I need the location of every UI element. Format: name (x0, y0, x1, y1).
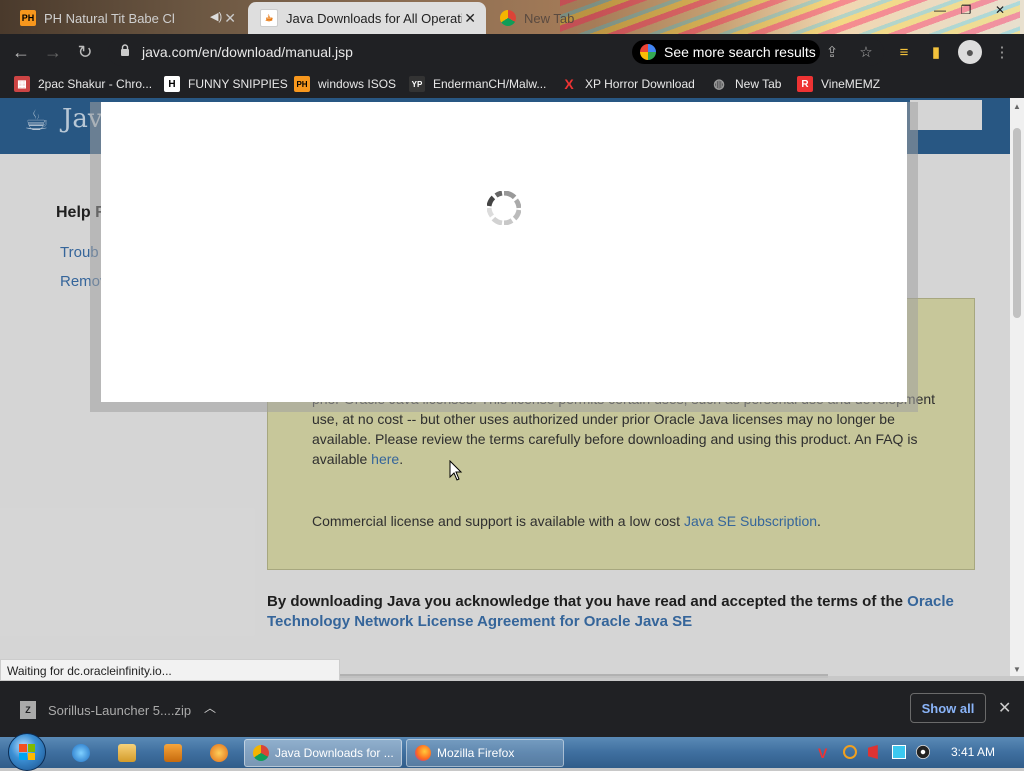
bookmark-label: VineMEMZ (821, 77, 881, 91)
bookmarks-bar: ▦ 2pac Shakur - Chro... H FUNNY SNIPPIES… (0, 70, 1024, 98)
bookmark-label: XP Horror Download (585, 77, 695, 91)
download-filename: Sorillus-Launcher 5....zip (48, 702, 192, 718)
menu-kebab-icon[interactable]: ⋮ (992, 43, 1012, 61)
bookmark-item[interactable]: H FUNNY SNIPPIES (164, 74, 288, 94)
chrome-icon (500, 10, 516, 26)
share-icon[interactable]: ⇪ (822, 43, 842, 61)
show-all-button[interactable]: Show all (910, 693, 986, 723)
x-site-icon: X (564, 76, 574, 92)
mouse-cursor-icon (449, 460, 463, 481)
close-tab-icon[interactable]: ✕ (224, 10, 236, 27)
bookmark-item[interactable]: YP EndermanCH/Malw... (409, 74, 546, 94)
tray-monitor-icon[interactable] (892, 745, 906, 759)
reload-icon[interactable]: ↻ (74, 42, 96, 62)
google-icon (640, 44, 656, 60)
browser-toolbar: ← → ↻ java.com/en/download/manual.jsp Se… (0, 34, 1024, 70)
paint-app-icon[interactable] (210, 744, 228, 762)
tab-ph[interactable]: PH PH Natural Tit Babe Ch ◀︎) ✕ (8, 2, 246, 34)
bookmark-label: EndermanCH/Malw... (433, 77, 547, 91)
profile-avatar-icon[interactable]: ● (958, 40, 982, 64)
task-label: Mozilla Firefox (437, 746, 515, 760)
bookmark-item[interactable]: ◍ New Tab (711, 74, 781, 94)
media-queue-icon[interactable]: ≡ (894, 43, 914, 61)
close-shelf-icon[interactable]: ✕ (998, 698, 1011, 718)
taskbar-clock: 3:41 AM (951, 745, 996, 759)
tab-title: Java Downloads for All Operatin (286, 10, 462, 26)
side-panel-icon[interactable]: ▮ (926, 43, 946, 61)
ph-site-icon: PH (294, 76, 310, 92)
taskbar-chrome-window[interactable]: Java Downloads for ... (244, 739, 402, 767)
internet-explorer-icon[interactable] (72, 744, 90, 762)
bookmark-item[interactable]: PH windows ISOS (294, 74, 396, 94)
scrollbar-thumb[interactable] (1013, 128, 1021, 318)
tab-title: PH Natural Tit Babe Ch (44, 10, 174, 26)
scroll-up-icon[interactable]: ▲ (1013, 102, 1021, 111)
chrome-icon (253, 745, 269, 761)
status-bubble: Waiting for dc.oracleinfinity.io... (0, 659, 340, 681)
zip-file-icon: Z (20, 701, 36, 719)
windows-taskbar: Java Downloads for ... Mozilla Firefox V… (0, 733, 1024, 771)
download-shelf: Z Sorillus-Launcher 5....zip ︿ Show all … (0, 681, 1024, 737)
tray-search-icon[interactable] (843, 745, 857, 759)
url-text[interactable]: java.com/en/download/manual.jsp (142, 44, 353, 60)
close-window-icon[interactable]: ✕ (988, 0, 1012, 20)
tray-flag-icon[interactable] (868, 745, 878, 759)
search-pill-label: See more search results (664, 44, 816, 60)
bookmark-item[interactable]: X XP Horror Download (561, 74, 695, 94)
scroll-down-icon[interactable]: ▼ (1013, 665, 1021, 674)
address-bar[interactable]: java.com/en/download/manual.jsp See more… (108, 38, 884, 66)
vertical-scrollbar[interactable]: ▲ ▼ (1010, 98, 1024, 676)
search-results-pill[interactable]: See more search results (632, 40, 820, 64)
taskbar-firefox-window[interactable]: Mozilla Firefox (406, 739, 564, 767)
windows-flag-icon (19, 744, 35, 760)
tray-volume-icon[interactable] (916, 745, 930, 759)
minimize-icon[interactable]: — (928, 0, 952, 20)
lock-icon (121, 44, 129, 56)
loading-modal (101, 102, 907, 402)
task-label: Java Downloads for ... (275, 746, 394, 760)
forward-icon[interactable]: → (42, 42, 64, 62)
r-site-icon: R (797, 76, 813, 92)
bookmark-item[interactable]: ▦ 2pac Shakur - Chro... (14, 74, 152, 94)
close-tab-icon[interactable]: ✕ (464, 10, 476, 27)
bookmark-label: FUNNY SNIPPIES (188, 77, 288, 91)
bookmark-label: New Tab (735, 77, 782, 91)
h-site-icon: H (164, 76, 180, 92)
calendar-icon: ▦ (14, 76, 30, 92)
globe-icon: ◍ (713, 76, 725, 91)
tray-v-icon[interactable]: V (818, 745, 832, 761)
yp-site-icon: YP (409, 76, 425, 92)
back-icon[interactable]: ← (10, 42, 32, 62)
tab-java[interactable]: ☕︎ Java Downloads for All Operatin ✕ (248, 2, 486, 34)
speaker-icon[interactable]: ◀︎) (210, 10, 222, 23)
firefox-icon (415, 745, 431, 761)
bookmark-item[interactable]: R VineMEMZ (797, 74, 880, 94)
java-icon: ☕︎ (260, 9, 278, 27)
bookmark-label: 2pac Shakur - Chro... (38, 77, 153, 91)
title-bar: PH PH Natural Tit Babe Ch ◀︎) ✕ ☕︎ Java … (0, 0, 1024, 34)
chevron-up-icon[interactable]: ︿ (204, 699, 216, 716)
start-button[interactable] (8, 733, 46, 771)
file-explorer-icon[interactable] (118, 744, 136, 762)
loading-spinner-icon (487, 191, 521, 225)
tab-title: New Tab (524, 10, 575, 26)
bookmark-label: windows ISOS (318, 77, 397, 91)
bookmark-star-icon[interactable]: ☆ (856, 43, 876, 61)
restore-icon[interactable]: ❐ (954, 0, 978, 20)
tab-new-tab[interactable]: New Tab (488, 2, 638, 34)
media-player-icon[interactable] (164, 744, 182, 762)
tab-favicon: PH (20, 10, 36, 26)
download-item[interactable]: Z Sorillus-Launcher 5....zip (20, 701, 191, 719)
